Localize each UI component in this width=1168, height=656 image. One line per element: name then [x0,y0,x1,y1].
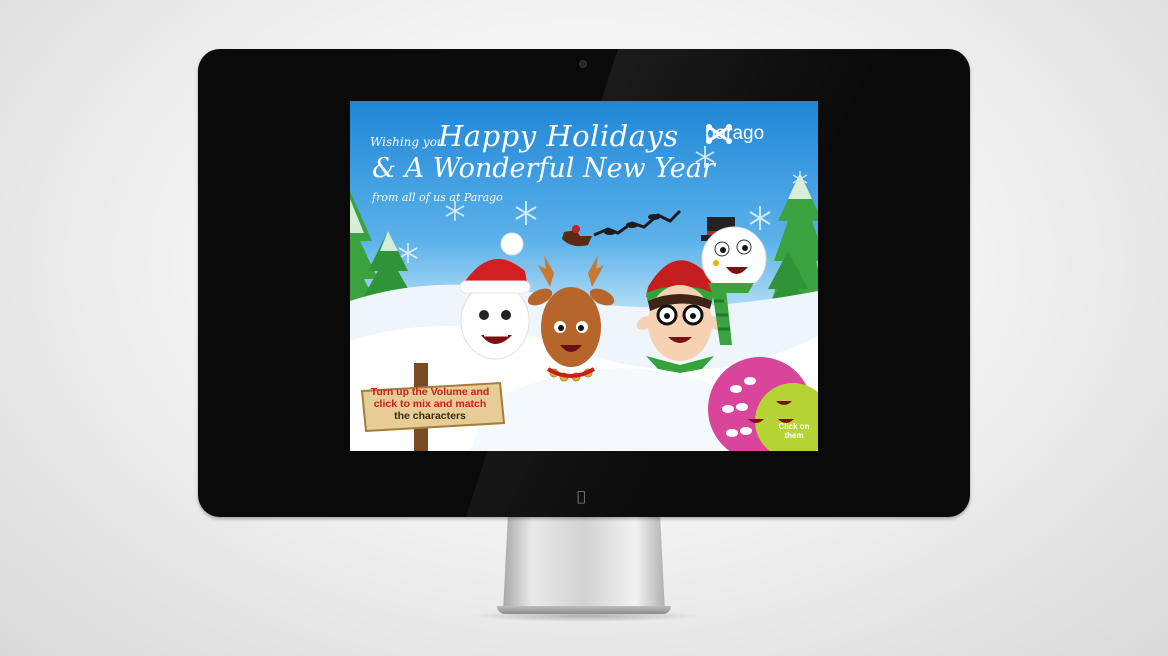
holiday-ecard[interactable]: Wishing you Happy Holidays & A Wonderful… [350,101,818,451]
click-on-them-label[interactable]: Click on them [772,422,816,440]
sign-line-3: the characters [394,410,466,422]
snowflake-icon [445,201,465,221]
monitor-stand-base [497,606,671,614]
instruction-sign: Turn up the Volume and click to mix and … [362,383,498,427]
sign-line-1: Turn up the Volume and [370,386,490,398]
snowflake-icon [749,206,771,230]
apple-logo-icon:  [577,489,585,505]
snowflake-icon [515,201,537,225]
greeting-title: Happy Holidays [438,119,679,153]
greeting-subtitle: & A Wonderful New Year [372,153,715,184]
webcam-icon [579,60,587,68]
monitor-stand [503,516,665,612]
santa-sleigh-silhouette [562,209,682,247]
santa-character[interactable] [459,232,531,360]
sign-line-2: click to mix and match [373,398,487,410]
greeting-prefix: Wishing you [370,135,445,149]
brand-logo[interactable]: parago [705,123,771,145]
greeting-signoff: from all of us at Parago [372,191,503,204]
